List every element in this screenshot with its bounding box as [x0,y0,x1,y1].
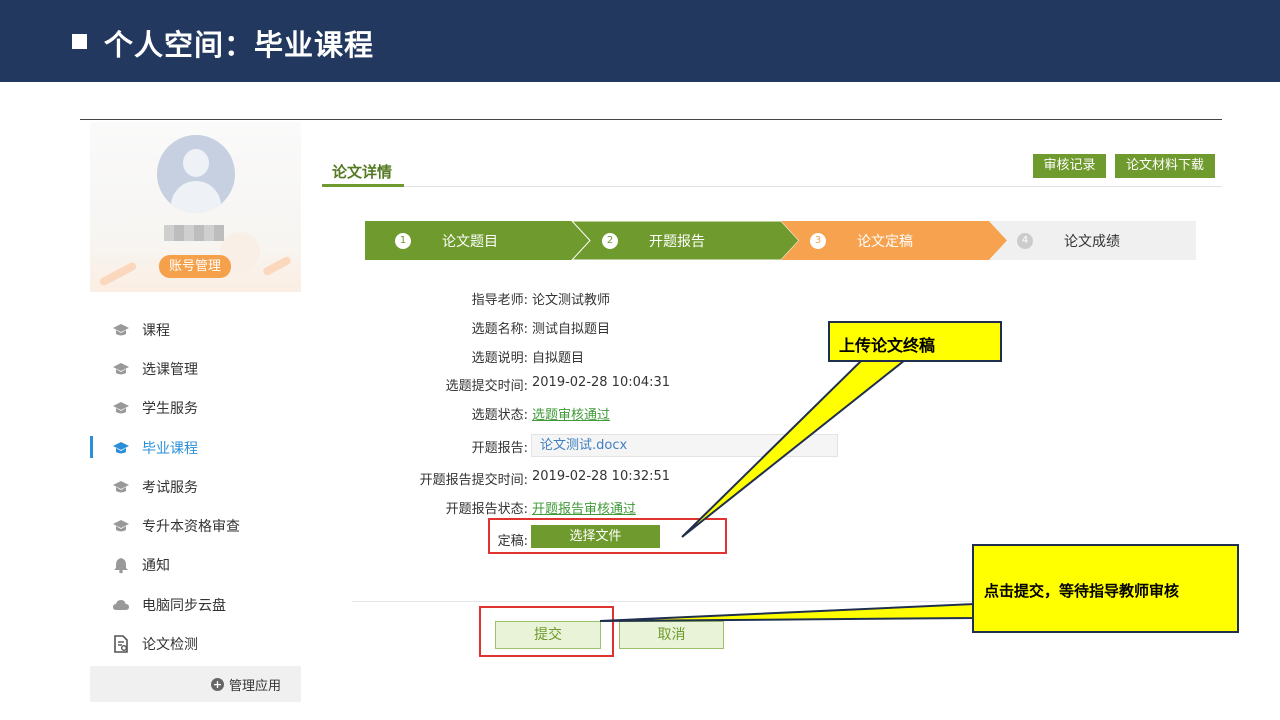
callout-click-submit: 点击提交，等待指导教师审核 [972,544,1239,633]
callout-upload-final: 上传论文终稿 [828,321,1002,362]
callout-submit-pointer [599,602,975,622]
slide: 个人空间：毕业课程 账号管理 课程 选课管理 学生服务 毕业课程 考试服务 专升… [0,0,1280,720]
callout-upload-pointer [681,359,908,538]
